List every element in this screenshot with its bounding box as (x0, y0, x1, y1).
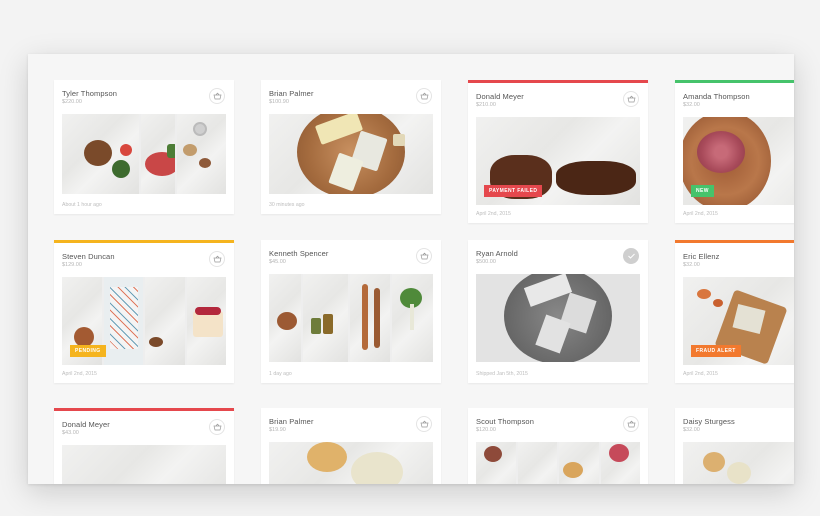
product-photo (392, 274, 433, 362)
product-photo: NEW (683, 117, 794, 205)
basket-icon[interactable] (416, 248, 432, 264)
basket-icon[interactable] (416, 88, 432, 104)
basket-icon[interactable] (209, 251, 225, 267)
customer-name: Brian Palmer (269, 417, 314, 426)
customer-name: Tyler Thompson (62, 89, 118, 98)
customer-name: Brian Palmer (269, 89, 314, 98)
order-price: $45.00 (269, 259, 286, 265)
status-badge: NEW (691, 185, 714, 197)
basket-icon[interactable] (623, 416, 639, 432)
product-photo (559, 442, 599, 484)
order-price: $32.00 (683, 262, 700, 268)
customer-name: Ryan Arnold (476, 249, 518, 258)
basket-icon[interactable] (209, 88, 225, 104)
product-collage: PENDING (62, 277, 226, 365)
order-price: $32.00 (683, 102, 700, 108)
product-photo (303, 274, 348, 362)
order-timestamp: April 2nd, 2015 (683, 371, 718, 377)
product-photo: PAYMENT FAILED (476, 117, 640, 205)
customer-name: Donald Meyer (476, 92, 524, 101)
order-price: $500.00 (476, 259, 496, 265)
order-card[interactable]: Kenneth Spencer $45.00 1 day ago (261, 240, 441, 383)
order-price: $32.00 (683, 427, 700, 433)
order-timestamp: About 1 hour ago (62, 202, 102, 208)
order-price: $100.90 (269, 99, 289, 105)
order-card[interactable]: Scout Thompson $120.00 (468, 408, 648, 484)
product-photo (683, 442, 794, 484)
product-photo (145, 277, 185, 365)
order-card[interactable]: Steven Duncan $129.00 PENDING April 2nd,… (54, 240, 234, 383)
product-collage (62, 114, 226, 194)
customer-name: Eric Ellenz (683, 252, 720, 261)
product-photo (476, 274, 640, 362)
product-photo (141, 114, 176, 194)
product-collage (476, 442, 640, 484)
customer-name: Amanda Thompson (683, 92, 750, 101)
product-collage (269, 274, 433, 362)
basket-icon[interactable] (209, 419, 225, 435)
order-timestamp: 30 minutes ago (269, 202, 305, 208)
customer-name: Donald Meyer (62, 420, 110, 429)
status-badge: PENDING (70, 345, 106, 357)
product-photo (349, 274, 391, 362)
order-card[interactable]: Ryan Arnold $500.00 Shipped Jan 5th, 201… (468, 240, 648, 383)
order-card[interactable]: Amanda Thompson $32.00 NEW April 2nd, 20… (675, 80, 794, 223)
order-price: $43.00 (62, 430, 79, 436)
order-price: $129.00 (62, 262, 82, 268)
order-timestamp: April 2nd, 2015 (683, 211, 718, 217)
product-photo (269, 274, 302, 362)
order-price: $19.90 (269, 427, 286, 433)
product-photo: FRAUD ALERT (683, 277, 794, 365)
order-card[interactable]: Eric Ellenz $32.00 FRAUD ALERT April 2nd… (675, 240, 794, 383)
order-timestamp: 1 day ago (269, 371, 292, 377)
order-card[interactable]: Daisy Sturgess $32.00 (675, 408, 794, 484)
product-photo (600, 442, 640, 484)
customer-name: Kenneth Spencer (269, 249, 329, 258)
product-photo (476, 442, 516, 484)
order-card[interactable]: Donald Meyer $210.00 PAYMENT FAILED Apri… (468, 80, 648, 223)
status-badge: FRAUD ALERT (691, 345, 741, 357)
order-card[interactable]: Brian Palmer $100.90 30 minutes ago (261, 80, 441, 214)
customer-name: Daisy Sturgess (683, 417, 735, 426)
product-photo (62, 114, 140, 194)
order-price: $210.00 (476, 102, 496, 108)
product-photo (269, 442, 433, 484)
checkmark-icon[interactable] (623, 248, 639, 264)
product-photo (177, 114, 226, 194)
status-badge: PAYMENT FAILED (484, 185, 543, 197)
product-photo (103, 277, 143, 365)
orders-window: Tyler Thompson $220.00 About 1 hour ago … (28, 54, 794, 484)
order-timestamp: Shipped Jan 5th, 2015 (476, 371, 528, 377)
order-card[interactable]: Brian Palmer $19.90 (261, 408, 441, 484)
order-price: $120.00 (476, 427, 496, 433)
order-timestamp: April 2nd, 2015 (476, 211, 511, 217)
order-card[interactable]: Donald Meyer $43.00 (54, 408, 234, 484)
product-photo (517, 442, 557, 484)
customer-name: Scout Thompson (476, 417, 534, 426)
basket-icon[interactable] (623, 91, 639, 107)
product-photo (269, 114, 433, 194)
product-photo (186, 277, 226, 365)
order-timestamp: April 2nd, 2015 (62, 371, 97, 377)
basket-icon[interactable] (416, 416, 432, 432)
order-card[interactable]: Tyler Thompson $220.00 About 1 hour ago (54, 80, 234, 214)
product-photo (62, 445, 226, 484)
customer-name: Steven Duncan (62, 252, 115, 261)
order-price: $220.00 (62, 99, 82, 105)
